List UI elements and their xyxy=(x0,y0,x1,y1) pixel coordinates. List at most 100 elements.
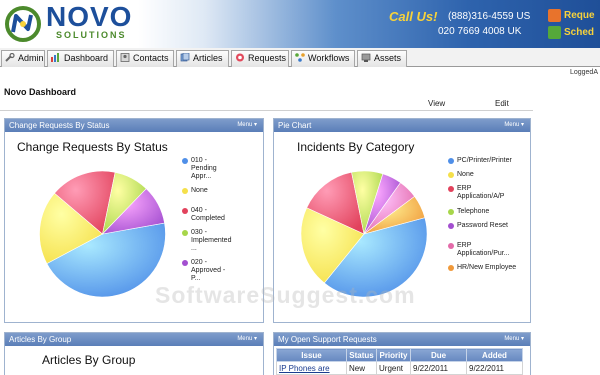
legend-swatch xyxy=(448,172,454,178)
legend-swatch xyxy=(182,158,188,164)
legend-item[interactable]: ERP Application/A/P xyxy=(448,185,505,201)
chart-title: Change Requests By Status xyxy=(17,140,168,154)
panel-articles-by-group: Articles By Group Menu ▾ Articles By Gro… xyxy=(4,332,264,375)
legend-label: 040 - Completed xyxy=(191,207,225,222)
legend-swatch xyxy=(182,208,188,214)
legend-label: 010 - Pending Appr... xyxy=(191,157,217,180)
panel-menu-button[interactable]: Menu ▾ xyxy=(237,333,257,346)
tab-dashboard[interactable]: Dashboard xyxy=(47,50,114,67)
column-header-status[interactable]: Status xyxy=(346,348,377,362)
page-title: Novo Dashboard xyxy=(4,87,77,97)
legend-label: ERP Application/Pur... xyxy=(457,242,510,257)
tab-articles[interactable]: Articles xyxy=(176,50,229,67)
column-header-due[interactable]: Due xyxy=(410,348,467,362)
app-window: NOVO SOLUTIONS Call Us! (888)316-4559 US… xyxy=(0,0,600,375)
panel-change-requests: Change Requests By Status Menu ▾ Change … xyxy=(4,118,264,323)
legend-swatch xyxy=(448,186,454,192)
panel-header: My Open Support Requests Menu ▾ xyxy=(274,333,530,346)
novo-logo-icon xyxy=(5,6,41,42)
legend-swatch xyxy=(182,230,188,236)
legend-item[interactable]: Telephone xyxy=(448,208,490,216)
column-header-added[interactable]: Added xyxy=(466,348,523,362)
pie-chart xyxy=(300,170,428,298)
request-button[interactable]: Reque xyxy=(548,9,600,24)
panel-header: Change Requests By Status Menu ▾ xyxy=(5,119,263,132)
legend-swatch xyxy=(182,260,188,266)
workflows-icon xyxy=(295,53,305,62)
legend-label: None xyxy=(191,187,208,194)
panel-open-support-requests: My Open Support Requests Menu ▾ Issue St… xyxy=(273,332,531,375)
table-header-row: Issue Status Priority Due Added xyxy=(276,348,523,362)
legend-label: ERP Application/A/P xyxy=(457,185,505,200)
legend-swatch xyxy=(448,209,454,215)
legend-label: 030 - Implemented ... xyxy=(191,229,232,252)
chart-legend: 010 - Pending Appr... None 040 - Completed… xyxy=(182,157,262,317)
legend-label: HR/New Employee xyxy=(457,264,517,271)
logged-in-label: LoggedA xyxy=(569,69,598,76)
schedule-icon xyxy=(548,26,561,39)
column-header-priority[interactable]: Priority xyxy=(376,348,411,362)
panel-header-title: Articles By Group xyxy=(9,335,72,344)
pie-chart xyxy=(39,170,166,298)
bar-chart-icon xyxy=(51,53,59,62)
legend-item[interactable]: Password Reset xyxy=(448,222,508,230)
legend-swatch xyxy=(448,243,454,249)
legend-item[interactable]: 040 - Completed xyxy=(182,207,225,223)
chart-title: Incidents By Category xyxy=(297,140,415,154)
panel-header-title: Pie Chart xyxy=(278,121,312,130)
logo-text: NOVO xyxy=(46,1,133,32)
panel-menu-button[interactable]: Menu ▾ xyxy=(504,333,524,346)
panel-header-title: My Open Support Requests xyxy=(278,335,377,344)
phone-uk: 020 7669 4008 UK xyxy=(438,26,522,37)
tab-bar: Admin Dashboard Contacts Articles Reques… xyxy=(0,48,600,67)
chart-legend: PC/Printer/Printer None ERP Application/A/… xyxy=(448,157,530,322)
legend-item[interactable]: 030 - Implemented ... xyxy=(182,229,232,253)
request-icon xyxy=(548,9,561,22)
issue-link[interactable]: IP Phones are xyxy=(276,361,347,375)
legend-swatch xyxy=(448,158,454,164)
legend-item[interactable]: PC/Printer/Printer xyxy=(448,157,512,165)
edit-link[interactable]: Edit xyxy=(495,99,509,108)
logo-subtext: SOLUTIONS xyxy=(56,30,127,40)
tab-requests[interactable]: Requests xyxy=(231,50,289,67)
panel-menu-button[interactable]: Menu ▾ xyxy=(237,119,257,132)
legend-swatch xyxy=(448,265,454,271)
panel-menu-button[interactable]: Menu ▾ xyxy=(504,119,524,132)
legend-label: 020 - Approved - P... xyxy=(191,259,226,282)
added-cell: 9/22/2011 xyxy=(466,361,523,375)
tab-admin[interactable]: Admin xyxy=(1,50,45,67)
assets-icon xyxy=(361,53,371,62)
header-banner: NOVO SOLUTIONS Call Us! (888)316-4559 US… xyxy=(0,0,600,48)
tab-contacts[interactable]: Contacts xyxy=(116,50,174,67)
legend-label: PC/Printer/Printer xyxy=(457,157,512,164)
legend-item[interactable]: None xyxy=(182,187,208,195)
legend-item[interactable]: HR/New Employee xyxy=(448,264,517,272)
legend-item[interactable]: 020 - Approved - P... xyxy=(182,259,226,283)
due-cell: 9/22/2011 xyxy=(410,361,467,375)
column-header-issue[interactable]: Issue xyxy=(276,348,347,362)
legend-item[interactable]: ERP Application/Pur... xyxy=(448,242,510,258)
support-requests-table: Issue Status Priority Due Added IP Phone… xyxy=(276,348,523,375)
legend-label: Telephone xyxy=(457,208,490,215)
legend-item[interactable]: 010 - Pending Appr... xyxy=(182,157,217,181)
status-cell: New xyxy=(346,361,377,375)
panel-header: Articles By Group Menu ▾ xyxy=(5,333,263,346)
table-row[interactable]: IP Phones are New Urgent 9/22/2011 9/22/… xyxy=(276,361,523,375)
chart-title: Articles By Group xyxy=(42,353,136,367)
tab-workflows[interactable]: Workflows xyxy=(291,50,355,67)
articles-icon xyxy=(180,53,190,62)
divider xyxy=(0,110,533,111)
panel-header: Pie Chart Menu ▾ xyxy=(274,119,530,132)
phone-us: (888)316-4559 US xyxy=(448,11,531,22)
legend-swatch xyxy=(182,188,188,194)
panel-header-title: Change Requests By Status xyxy=(9,121,110,130)
schedule-button[interactable]: Sched xyxy=(548,26,600,41)
legend-label: None xyxy=(457,171,474,178)
priority-cell: Urgent xyxy=(376,361,411,375)
panel-pie-chart: Pie Chart Menu ▾ Incidents By Category P… xyxy=(273,118,531,323)
tab-assets[interactable]: Assets xyxy=(357,50,407,67)
view-link[interactable]: View xyxy=(428,99,445,108)
wrench-icon xyxy=(5,53,15,62)
contacts-icon xyxy=(120,53,130,62)
legend-item[interactable]: None xyxy=(448,171,474,179)
